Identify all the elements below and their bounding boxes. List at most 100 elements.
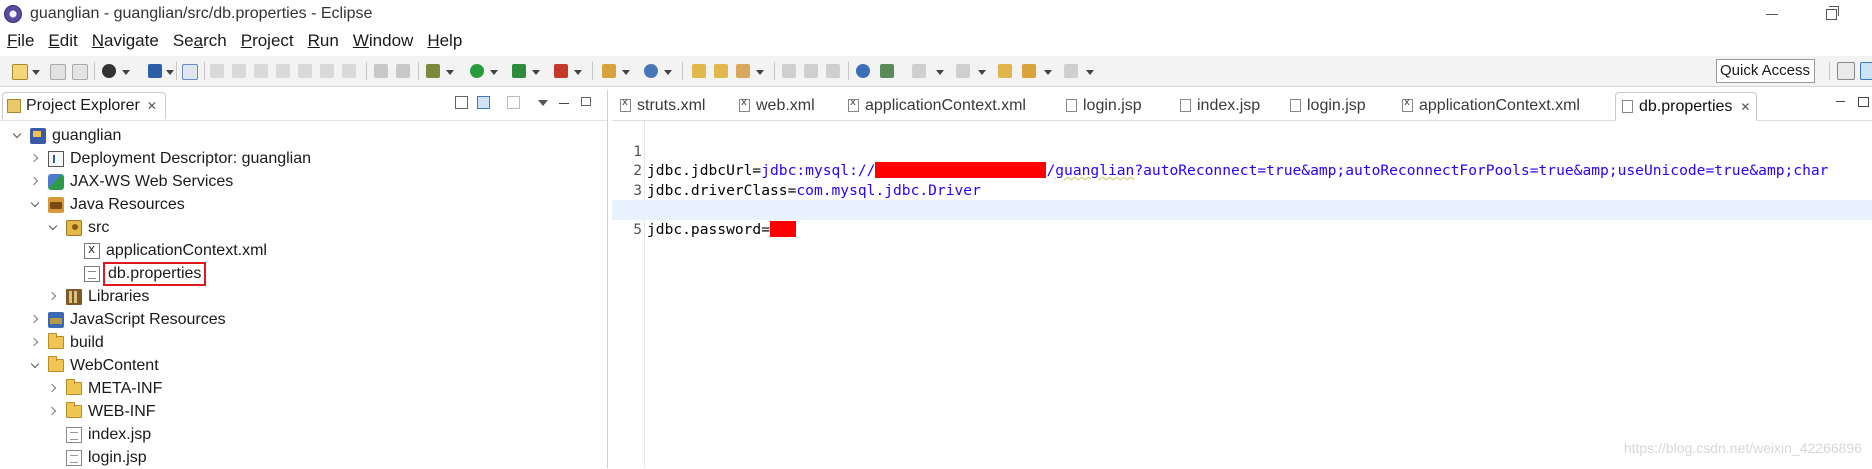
menu-file[interactable]: File bbox=[0, 28, 41, 54]
step-return-icon[interactable] bbox=[342, 64, 356, 78]
menu-help[interactable]: Help bbox=[420, 28, 469, 54]
tree-item-src[interactable]: src bbox=[48, 216, 109, 239]
tree-item-index-jsp[interactable]: index.jsp bbox=[48, 423, 151, 446]
search-icon[interactable] bbox=[736, 64, 750, 78]
debug-icon[interactable] bbox=[426, 64, 440, 78]
previous-annotation-dropdown-icon[interactable] bbox=[978, 70, 986, 75]
open-web-browser-icon[interactable] bbox=[856, 64, 870, 78]
external-tools-icon[interactable] bbox=[554, 64, 568, 78]
next-annotation-dropdown-icon[interactable] bbox=[936, 70, 944, 75]
chevron-right-icon[interactable] bbox=[48, 407, 58, 417]
restore-button[interactable] bbox=[1812, 2, 1852, 26]
external-tools-dropdown-icon[interactable] bbox=[574, 70, 582, 75]
tree-item-build[interactable]: build bbox=[30, 331, 104, 354]
tree-item-guanglian[interactable]: guanglian bbox=[12, 124, 121, 147]
show-whitespace-icon[interactable] bbox=[826, 64, 840, 78]
debug-dropdown-icon[interactable] bbox=[446, 70, 454, 75]
run-icon[interactable] bbox=[470, 64, 484, 78]
chevron-right-icon[interactable] bbox=[48, 292, 58, 302]
annotation-icon[interactable] bbox=[880, 64, 894, 78]
suspend-icon[interactable] bbox=[232, 64, 246, 78]
tree-item-java-resources[interactable]: Java Resources bbox=[30, 193, 185, 216]
step-over-icon[interactable] bbox=[320, 64, 334, 78]
code-line[interactable]: 4 jdbc.password= bbox=[612, 181, 1872, 238]
tab-index-jsp[interactable]: index.jsp bbox=[1174, 92, 1266, 119]
new-server-dropdown-icon[interactable] bbox=[622, 70, 630, 75]
new-dropdown-icon[interactable] bbox=[32, 70, 40, 75]
tab-login-jsp[interactable]: login.jsp bbox=[1060, 92, 1148, 119]
chevron-right-icon[interactable] bbox=[48, 384, 58, 394]
chevron-down-icon[interactable] bbox=[12, 131, 22, 141]
tree-item-jax-ws[interactable]: JAX-WS Web Services bbox=[30, 170, 233, 193]
forward-icon[interactable] bbox=[1064, 64, 1078, 78]
terminal-icon[interactable] bbox=[148, 64, 162, 78]
tree-item-libraries[interactable]: Libraries bbox=[48, 285, 149, 308]
step-into-icon[interactable] bbox=[298, 64, 312, 78]
code-line[interactable]: 3 jdbc.user= bbox=[612, 161, 1872, 218]
resume-icon[interactable] bbox=[210, 64, 224, 78]
last-edit-location-icon[interactable] bbox=[998, 64, 1012, 78]
tree-item-meta-inf[interactable]: META-INF bbox=[48, 377, 162, 400]
tab-applicationcontext-xml[interactable]: applicationContext.xml bbox=[842, 92, 1032, 119]
chevron-down-icon[interactable] bbox=[30, 361, 40, 371]
link-with-editor-icon[interactable] bbox=[477, 96, 490, 109]
minimize-view-icon[interactable] bbox=[559, 103, 569, 104]
disconnect-icon[interactable] bbox=[276, 64, 290, 78]
menu-window[interactable]: Window bbox=[346, 28, 420, 54]
menu-run[interactable]: Run bbox=[301, 28, 346, 54]
code-line-current[interactable]: 5 bbox=[612, 200, 1872, 238]
new-icon[interactable] bbox=[12, 64, 28, 80]
collapse-all-icon[interactable] bbox=[455, 96, 468, 109]
tree-item-web-inf[interactable]: WEB-INF bbox=[48, 400, 156, 423]
menu-search[interactable]: Search bbox=[166, 28, 234, 54]
save-all-icon[interactable] bbox=[72, 64, 88, 80]
use-step-filters-icon[interactable] bbox=[374, 64, 388, 78]
minimize-button[interactable] bbox=[1752, 2, 1792, 26]
chevron-right-icon[interactable] bbox=[30, 315, 40, 325]
toggle-mark-occurrences-icon[interactable] bbox=[782, 64, 796, 78]
chevron-down-icon[interactable] bbox=[48, 223, 58, 233]
code-editor[interactable]: 1 jdbc.jdbcUrl=jdbc:mysql:///guanglian?a… bbox=[612, 121, 1872, 468]
new-class-icon[interactable] bbox=[644, 64, 658, 78]
profile-icon[interactable] bbox=[102, 64, 116, 78]
tab-db-properties[interactable]: db.properties ✕ bbox=[1615, 92, 1758, 121]
menu-edit[interactable]: Edit bbox=[41, 28, 84, 54]
filter-icon[interactable] bbox=[507, 96, 520, 109]
coverage-dropdown-icon[interactable] bbox=[532, 70, 540, 75]
save-icon[interactable] bbox=[50, 64, 66, 80]
run-dropdown-icon[interactable] bbox=[490, 70, 498, 75]
maximize-editor-icon[interactable] bbox=[1858, 97, 1869, 107]
tab-login-jsp-2[interactable]: login.jsp bbox=[1284, 92, 1372, 119]
chevron-right-icon[interactable] bbox=[30, 338, 40, 348]
profile-dropdown-icon[interactable] bbox=[122, 70, 130, 75]
tree-item-javascript-resources[interactable]: JavaScript Resources bbox=[30, 308, 226, 331]
quick-access-field[interactable]: Quick Access bbox=[1716, 59, 1815, 83]
tree-item-login-jsp[interactable]: login.jsp bbox=[48, 446, 147, 469]
tab-applicationcontext-xml-2[interactable]: applicationContext.xml bbox=[1396, 92, 1586, 119]
forward-dropdown-icon[interactable] bbox=[1086, 70, 1094, 75]
chevron-right-icon[interactable] bbox=[30, 177, 40, 187]
close-icon[interactable]: ✕ bbox=[147, 99, 157, 113]
chevron-down-icon[interactable] bbox=[30, 200, 40, 210]
maximize-view-icon[interactable] bbox=[581, 97, 591, 106]
view-menu-icon[interactable] bbox=[538, 100, 548, 106]
code-line[interactable]: 2 jdbc.driverClass=com.mysql.jdbc.Driver bbox=[612, 142, 1872, 199]
tab-web-xml[interactable]: web.xml bbox=[733, 92, 821, 119]
tree-item-db-properties[interactable]: db.properties bbox=[66, 261, 207, 286]
chevron-right-icon[interactable] bbox=[30, 154, 40, 164]
next-annotation-icon[interactable] bbox=[912, 64, 926, 78]
menu-navigate[interactable]: Navigate bbox=[85, 28, 166, 54]
minimize-editor-icon[interactable] bbox=[1836, 101, 1845, 102]
tree-item-webcontent[interactable]: WebContent bbox=[30, 354, 159, 377]
toggle-block-selection-icon[interactable] bbox=[804, 64, 818, 78]
previous-annotation-icon[interactable] bbox=[956, 64, 970, 78]
open-perspective-icon[interactable] bbox=[1837, 62, 1855, 80]
java-ee-perspective-icon[interactable] bbox=[1860, 62, 1872, 80]
new-class-dropdown-icon[interactable] bbox=[664, 70, 672, 75]
tree-item-deployment-descriptor[interactable]: Deployment Descriptor: guanglian bbox=[30, 147, 311, 170]
open-task-icon[interactable] bbox=[714, 64, 728, 78]
coverage-icon[interactable] bbox=[512, 64, 526, 78]
skip-breakpoints-icon[interactable] bbox=[182, 64, 198, 80]
terminate-icon[interactable] bbox=[254, 64, 268, 78]
search-dropdown-icon[interactable] bbox=[756, 70, 764, 75]
